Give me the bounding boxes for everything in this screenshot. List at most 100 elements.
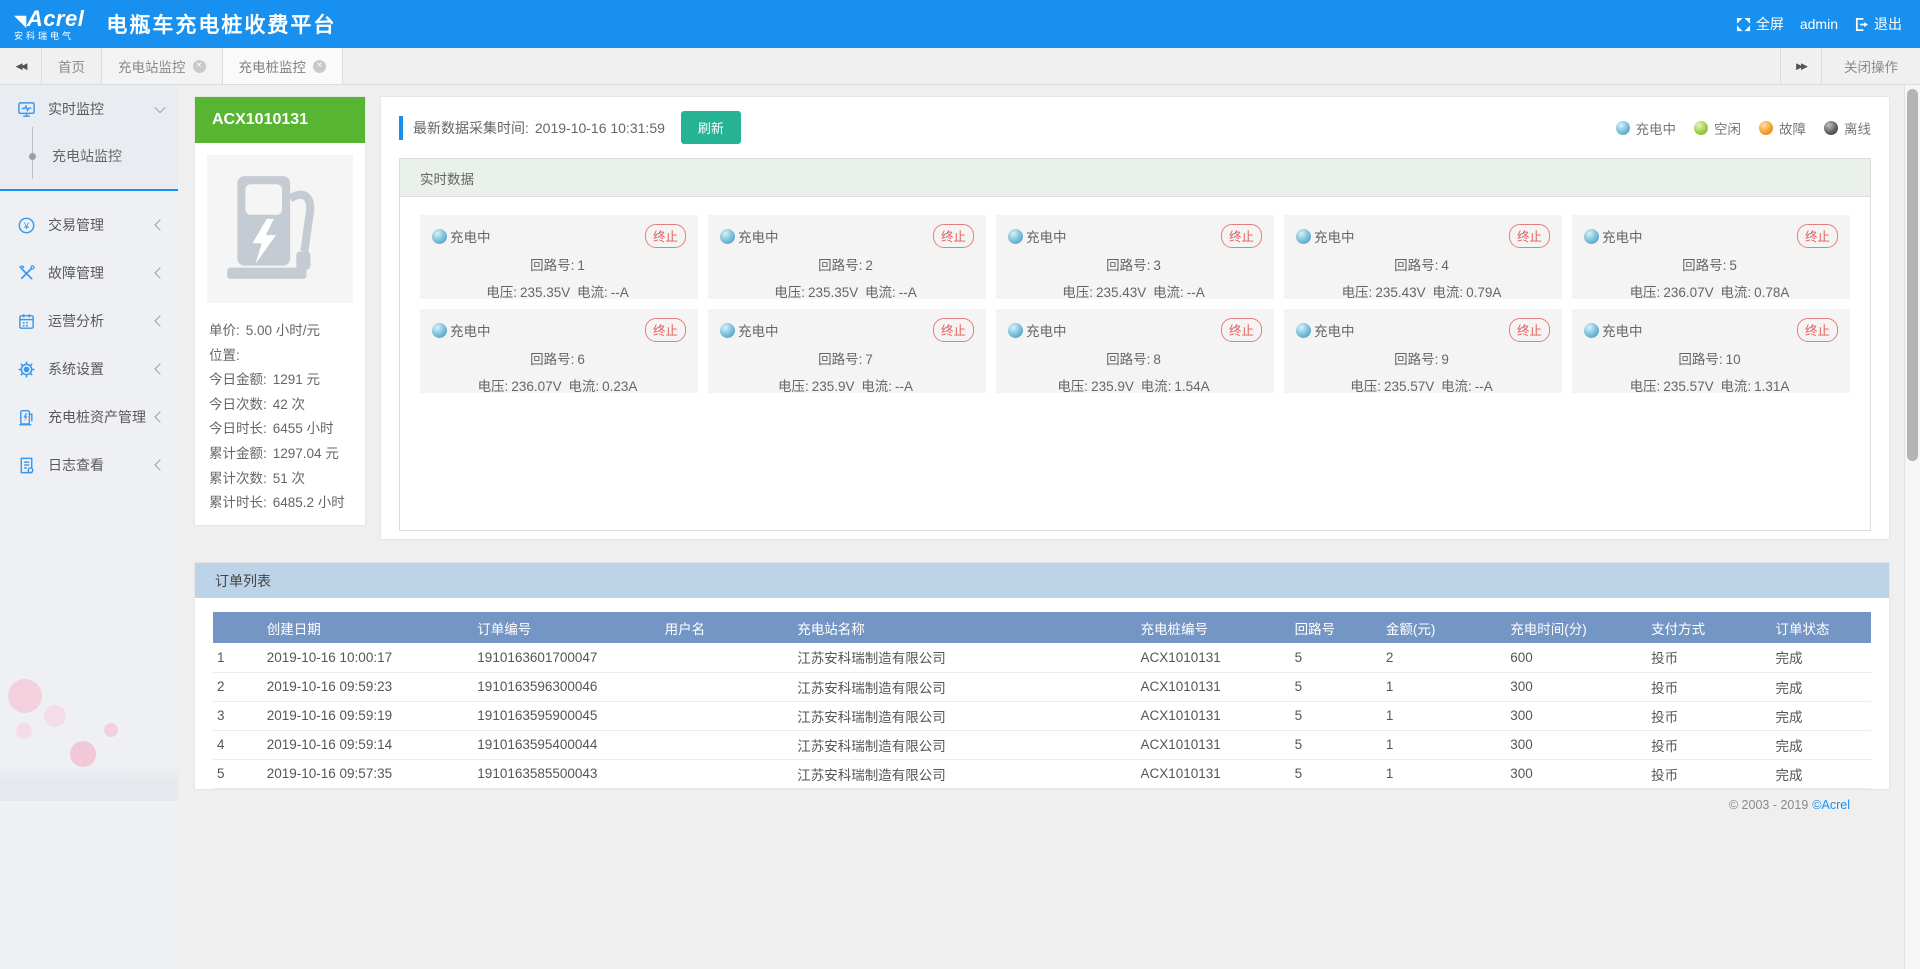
sidebar-item-settings[interactable]: 系统设置: [0, 345, 178, 393]
cell-username: [661, 672, 794, 701]
orders-table-header: 创建日期 订单编号 用户名 充电站名称 充电桩编号 回路号 金额(元) 充电时间…: [213, 612, 1871, 643]
scrollbar-thumb[interactable]: [1907, 89, 1918, 461]
idle-status-icon: [1694, 121, 1708, 135]
voltage-value: 235.43V: [1096, 285, 1146, 300]
user-menu[interactable]: admin: [1800, 16, 1838, 32]
circuit-readings: 电压:235.35V 电流:--A: [432, 281, 686, 301]
logo-mark-icon: ◥: [14, 13, 27, 30]
collect-time-label: 最新数据采集时间:: [413, 118, 529, 138]
terminate-button[interactable]: 终止: [645, 318, 686, 342]
sidebar-item-analytics[interactable]: 运营分析: [0, 297, 178, 345]
cell-circuit-number: 5: [1291, 701, 1382, 730]
fault-status-icon: [1759, 121, 1773, 135]
sidebar-item-realtime-monitor[interactable]: 实时监控: [0, 85, 178, 133]
sidebar-item-station-monitor[interactable]: 充电站监控: [0, 137, 178, 175]
circuit-number: 回路号:1: [432, 254, 686, 274]
col-station-name: 充电站名称: [793, 612, 1136, 643]
terminate-button[interactable]: 终止: [1797, 224, 1838, 248]
logout-label: 退出: [1874, 14, 1902, 34]
voltage-value: 235.57V: [1663, 379, 1713, 394]
table-row[interactable]: 4 2019-10-16 09:59:14 1910163595400044 江…: [213, 730, 1871, 759]
acrel-logo: ◥Acrel 安科瑞电气: [14, 8, 84, 41]
terminate-button[interactable]: 终止: [933, 318, 974, 342]
stat-value: 5.00 小时/元: [246, 323, 320, 338]
circuit-number: 回路号:2: [720, 254, 974, 274]
tab-station-monitor[interactable]: 充电站监控: [102, 48, 223, 84]
sidebar-item-faults[interactable]: 故障管理: [0, 249, 178, 297]
sidebar-item-transactions[interactable]: ¥ 交易管理: [0, 201, 178, 249]
voltage-value: 236.07V: [1663, 285, 1713, 300]
terminate-button[interactable]: 终止: [1797, 318, 1838, 342]
stat-value: 1291 元: [273, 372, 320, 387]
cell-index: 3: [213, 701, 263, 730]
terminate-button[interactable]: 终止: [1509, 224, 1550, 248]
sidebar-item-logs[interactable]: 日志查看: [0, 441, 178, 489]
circuit-number: 回路号:5: [1584, 254, 1838, 274]
tab-close-icon[interactable]: [193, 60, 206, 73]
stat-label: 累计时长:: [209, 495, 267, 510]
voltage-value: 235.57V: [1384, 379, 1434, 394]
accent-bar: [399, 116, 403, 140]
stat-value: 6455 小时: [273, 421, 334, 436]
cell-charge-minutes: 300: [1506, 730, 1647, 759]
cell-order-status: 完成: [1771, 643, 1871, 672]
fullscreen-button[interactable]: 全屏: [1736, 14, 1784, 34]
sidebar-item-label: 系统设置: [48, 359, 156, 379]
charging-status-icon: [1296, 323, 1311, 338]
tab-pile-monitor[interactable]: 充电桩监控: [223, 48, 344, 84]
tab-close-icon[interactable]: [313, 60, 326, 73]
page-footer: © 2003 - 2019 ©Acrel: [194, 790, 1890, 820]
orders-table-body: 1 2019-10-16 10:00:17 1910163601700047 江…: [213, 643, 1871, 788]
terminate-button[interactable]: 终止: [645, 224, 686, 248]
close-operations-menu[interactable]: 关闭操作: [1822, 48, 1920, 84]
circuit-card: 充电中 终止 回路号:8 电压:235.9V 电流:1.54A: [996, 309, 1274, 393]
cell-station-name: 江苏安科瑞制造有限公司: [793, 672, 1136, 701]
tabs-scroll-right-button[interactable]: [1780, 48, 1822, 84]
terminate-button[interactable]: 终止: [1509, 318, 1550, 342]
table-row[interactable]: 1 2019-10-16 10:00:17 1910163601700047 江…: [213, 643, 1871, 672]
username: admin: [1800, 16, 1838, 32]
col-circuit-number: 回路号: [1291, 612, 1382, 643]
sidebar-item-pile-assets[interactable]: 充电桩资产管理: [0, 393, 178, 441]
stat-line: 累计次数:51 次: [209, 467, 351, 492]
tabs-scroll-left-button[interactable]: [0, 48, 42, 84]
cell-station-name: 江苏安科瑞制造有限公司: [793, 759, 1136, 788]
voltage-value: 235.35V: [808, 285, 858, 300]
sidebar-item-label: 充电桩资产管理: [48, 407, 156, 427]
table-row[interactable]: 5 2019-10-16 09:57:35 1910163585500043 江…: [213, 759, 1871, 788]
brand-link[interactable]: ©Acrel: [1812, 798, 1850, 812]
cell-station-name: 江苏安科瑞制造有限公司: [793, 643, 1136, 672]
table-row[interactable]: 2 2019-10-16 09:59:23 1910163596300046 江…: [213, 672, 1871, 701]
table-row[interactable]: 3 2019-10-16 09:59:19 1910163595900045 江…: [213, 701, 1871, 730]
tab-home[interactable]: 首页: [42, 48, 102, 84]
current-value: --A: [899, 285, 917, 300]
terminate-button[interactable]: 终止: [1221, 318, 1262, 342]
col-amount: 金额(元): [1382, 612, 1506, 643]
chevron-down-icon: [154, 102, 165, 113]
refresh-button[interactable]: 刷新: [681, 111, 741, 144]
terminate-button[interactable]: 终止: [933, 224, 974, 248]
charging-status-icon: [1008, 229, 1023, 244]
cell-order-status: 完成: [1771, 672, 1871, 701]
cell-username: [661, 643, 794, 672]
circuit-readings: 电压:235.35V 电流:--A: [720, 281, 974, 301]
cell-circuit-number: 5: [1291, 730, 1382, 759]
cell-charge-minutes: 600: [1506, 643, 1647, 672]
sidebar-item-label: 交易管理: [48, 215, 156, 235]
circuit-card: 充电中 终止 回路号:9 电压:235.57V 电流:--A: [1284, 309, 1562, 393]
stat-line: 累计时长:6485.2 小时: [209, 491, 351, 516]
legend-fault: 故障: [1759, 118, 1806, 138]
terminate-button[interactable]: 终止: [1221, 224, 1262, 248]
cell-station-name: 江苏安科瑞制造有限公司: [793, 701, 1136, 730]
orders-title: 订单列表: [195, 563, 1889, 598]
current-value: 1.54A: [1174, 379, 1209, 394]
stat-value: 42 次: [273, 397, 305, 412]
status-label: 充电中: [738, 226, 779, 246]
tab-label: 充电桩监控: [239, 56, 307, 76]
charging-status-icon: [720, 323, 735, 338]
logout-button[interactable]: 退出: [1854, 14, 1902, 34]
vertical-scrollbar[interactable]: [1904, 85, 1920, 969]
status-label: 充电中: [1602, 320, 1643, 340]
cell-circuit-number: 5: [1291, 672, 1382, 701]
circuit-number: 回路号:9: [1296, 348, 1550, 368]
